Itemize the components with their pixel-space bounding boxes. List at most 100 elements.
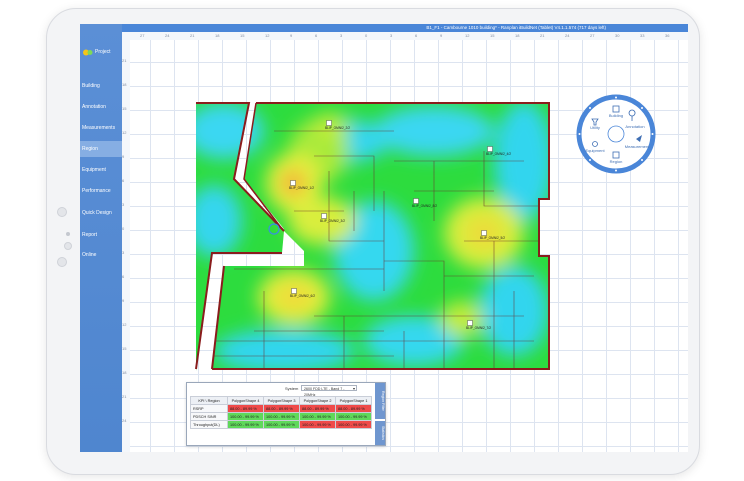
kpi-column-header[interactable]: KPI \ Region xyxy=(190,396,228,405)
ruler-top-tick: 18 xyxy=(515,33,520,38)
kpi-cell: 100.00 - 99.99 % xyxy=(299,412,336,421)
table-row: RSRP 88.00 - 89.99 % 88.00 - 89.99 % 88.00 … xyxy=(190,404,372,413)
sidebar-item-performance[interactable]: Performance xyxy=(80,183,122,199)
ruler-top-tick: 24 xyxy=(165,33,170,38)
bezel-camera-dot xyxy=(66,232,70,236)
antenna-label: BLIP_OMNI2_4/2 xyxy=(486,152,511,156)
antenna-label: BLIP_OMNI2_1/2 xyxy=(289,186,314,190)
ruler-top-tick: 27 xyxy=(590,33,595,38)
radial-label-equipment[interactable]: Equipment xyxy=(580,148,610,153)
antenna-label: BLIP_OMNI2_8/2 xyxy=(412,204,437,208)
kpi-column-header[interactable]: PolygonShape 4 xyxy=(227,396,264,405)
ruler-left-tick: 15 xyxy=(122,106,127,111)
kpi-cell: 100.00 - 99.99 % xyxy=(335,420,372,429)
kpi-cell: 100.00 - 99.99 % xyxy=(335,412,372,421)
window-title: B1_F1 - Cambourne 1010 building* - Ranpl… xyxy=(122,24,688,32)
sidebar-item-annotation[interactable]: Annotation xyxy=(80,99,122,115)
kpi-row-label: Throughput(DL) xyxy=(190,420,228,429)
antenna-icon[interactable] xyxy=(413,198,419,204)
ruler-left-tick: 6 xyxy=(122,178,125,183)
ruler-left-tick: 3 xyxy=(122,250,125,255)
ruler-top-tick: 30 xyxy=(615,33,620,38)
tab-statistics-label: Statistics xyxy=(381,425,385,440)
kpi-cell: 100.00 - 99.99 % xyxy=(227,420,264,429)
ruler-top-tick: 21 xyxy=(190,33,195,38)
ruler-top-tick: 15 xyxy=(240,33,245,38)
kpi-cell: 100.00 - 99.99 % xyxy=(299,420,336,429)
ruler-left-tick: 3 xyxy=(122,202,125,207)
ruler-top-tick: 9 xyxy=(290,33,293,38)
chevron-down-icon: ▾ xyxy=(352,386,355,391)
ruler-left-tick: 21 xyxy=(122,58,127,63)
kpi-table: KPI \ Region PolygonShape 4 PolygonShape 3… xyxy=(190,396,372,429)
sidebar-item-measurements[interactable]: Measurements xyxy=(80,120,122,136)
kpi-statistics-panel: System 2600 FDD LTE - Band 7 - 20MHz ▾ R… xyxy=(186,382,386,446)
sidebar-item-region[interactable]: Region xyxy=(80,141,122,157)
ruler-top-tick: 18 xyxy=(215,33,220,38)
radial-label-region[interactable]: Region xyxy=(601,159,631,164)
ruler-top-tick: 12 xyxy=(265,33,270,38)
antenna-icon[interactable] xyxy=(321,213,327,219)
sidebar: Project Building Annotation Measurements Re… xyxy=(80,24,122,452)
antenna-icon[interactable] xyxy=(291,288,297,294)
ruler-left-tick: 9 xyxy=(122,154,125,159)
antenna-icon[interactable] xyxy=(481,230,487,236)
radial-label-measurement[interactable]: Measurement xyxy=(622,144,652,149)
radial-label-utility[interactable]: Utility xyxy=(580,125,610,130)
kpi-cell: 88.00 - 89.99 % xyxy=(335,404,372,413)
kpi-cell: 100.00 - 99.99 % xyxy=(263,420,300,429)
bezel-button-bottom[interactable] xyxy=(57,257,67,267)
kpi-cell: 88.00 - 89.99 % xyxy=(263,404,300,413)
ruler-top-tick: 3 xyxy=(390,33,393,38)
ruler-left-tick: 12 xyxy=(122,130,127,135)
bezel-button-middle[interactable] xyxy=(64,242,72,250)
radial-label-annotation[interactable]: Annotation xyxy=(620,124,650,129)
ruler-left-tick: 15 xyxy=(122,346,127,351)
ruler-top-tick: 0 xyxy=(365,33,368,38)
coverage-heatmap[interactable]: BLIP_OMNI2_1/2 BLIP_OMNI2_2/2 BLIP_OMNI2_3… xyxy=(194,101,551,371)
antenna-icon[interactable] xyxy=(326,120,332,126)
antenna-label: BLIP_OMNI2_2/2 xyxy=(325,126,350,130)
sidebar-item-report[interactable]: Report xyxy=(80,227,122,243)
ruler-left-tick: 18 xyxy=(122,370,127,375)
tab-statistics[interactable]: Statistics xyxy=(375,421,385,445)
antenna-icon[interactable] xyxy=(290,180,296,186)
sidebar-item-online[interactable]: Online xyxy=(80,247,122,263)
sidebar-item-quick-design[interactable]: Quick Design xyxy=(80,205,122,221)
antenna-label: BLIP_OMNI2_5/2 xyxy=(480,236,505,240)
ruler-left-tick: 0 xyxy=(122,226,125,231)
ruler-top-tick: 15 xyxy=(490,33,495,38)
ruler-top-tick: 36 xyxy=(665,33,670,38)
project-label[interactable]: Project xyxy=(95,49,111,55)
ranplan-logo-icon xyxy=(83,49,93,56)
ruler-left-tick: 12 xyxy=(122,322,127,327)
ruler-top-tick: 9 xyxy=(440,33,443,38)
sidebar-item-building[interactable]: Building xyxy=(80,78,122,94)
kpi-cell: 100.00 - 99.99 % xyxy=(263,412,300,421)
tab-region-filter-label: Region Filter xyxy=(381,391,385,411)
ruler-top-tick: 24 xyxy=(565,33,570,38)
radial-label-building[interactable]: Building xyxy=(601,113,631,118)
ruler-top-tick: 3 xyxy=(340,33,343,38)
ruler-top-tick: 6 xyxy=(415,33,418,38)
antenna-icon[interactable] xyxy=(487,146,493,152)
kpi-row-label: PDSCH SINR xyxy=(190,412,228,421)
kpi-column-header[interactable]: PolygonShape 3 xyxy=(263,396,300,405)
kpi-cell: 88.00 - 89.99 % xyxy=(299,404,336,413)
ruler-left-tick: 18 xyxy=(122,82,127,87)
radial-menu[interactable]: Building Annotation Measurement Region E… xyxy=(576,94,656,174)
bezel-button-top[interactable] xyxy=(57,207,67,217)
kpi-column-header[interactable]: PolygonShape 2 xyxy=(299,396,336,405)
sidebar-item-equipment[interactable]: Equipment xyxy=(80,162,122,178)
kpi-column-header[interactable]: PolygonShape 1 xyxy=(335,396,372,405)
tab-region-filter[interactable]: Region Filter xyxy=(375,383,385,419)
system-select[interactable]: 2600 FDD LTE - Band 7 - 20MHz ▾ xyxy=(301,385,357,397)
antenna-label: BLIP_OMNI2_3/2 xyxy=(320,219,345,223)
ruler-left-tick: 24 xyxy=(122,418,127,423)
antenna-label: BLIP_OMNI2_6/2 xyxy=(290,294,315,298)
ruler-top-tick: 27 xyxy=(140,33,145,38)
ruler-left-tick: 9 xyxy=(122,298,125,303)
kpi-row-label: RSRP xyxy=(190,404,228,413)
antenna-label: BLIP_OMNI2_7/2 xyxy=(466,326,491,330)
antenna-icon[interactable] xyxy=(467,320,473,326)
